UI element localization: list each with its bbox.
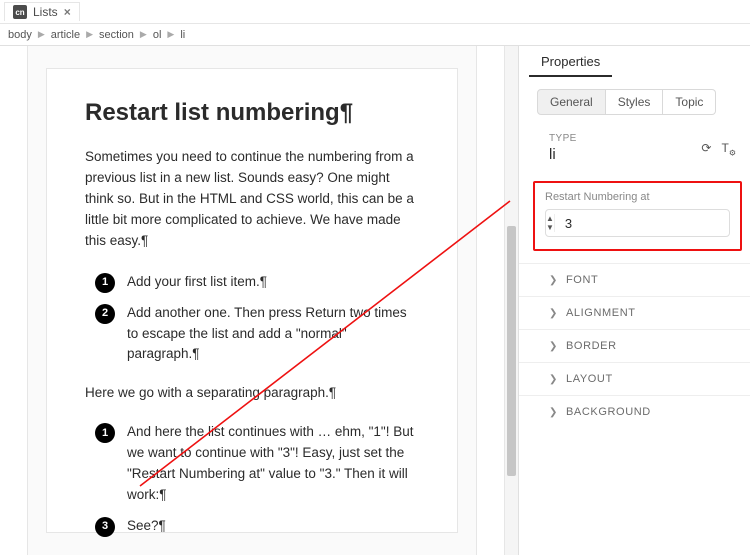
tab-topic[interactable]: Topic xyxy=(663,89,716,115)
scrollbar-thumb[interactable] xyxy=(507,226,516,476)
list-number-badge: 1 xyxy=(95,423,115,443)
list-item[interactable]: 3 See?¶ xyxy=(85,516,419,537)
file-tab-label: Lists xyxy=(33,5,58,19)
editor-scrollbar[interactable] xyxy=(504,46,518,555)
chevron-right-icon: ▶ xyxy=(140,29,147,40)
stepper-down-icon[interactable]: ▼ xyxy=(546,223,554,232)
list-item-text: And here the list continues with … ehm, … xyxy=(127,422,419,506)
list-item-text: See?¶ xyxy=(127,516,419,537)
tab-styles[interactable]: Styles xyxy=(606,89,664,115)
accordion-alignment[interactable]: ❯ ALIGNMENT xyxy=(519,296,750,329)
editor-pane: Restart list numbering¶ Sometimes you ne… xyxy=(0,46,518,555)
file-type-icon: cn xyxy=(13,5,27,19)
chevron-right-icon: ▶ xyxy=(167,29,174,40)
close-icon[interactable]: × xyxy=(64,5,71,19)
number-stepper[interactable]: ▲ ▼ xyxy=(546,214,555,232)
accordion-background[interactable]: ❯ BACKGROUND xyxy=(519,395,750,428)
restart-numbering-input[interactable]: ▲ ▼ xyxy=(545,209,730,237)
breadcrumb-item[interactable]: li xyxy=(180,29,185,41)
file-tabs-bar: cn Lists × xyxy=(0,0,750,24)
restart-numbering-section: Restart Numbering at ▲ ▼ xyxy=(533,181,742,251)
editor-gutter xyxy=(0,46,28,555)
chevron-right-icon: ❯ xyxy=(549,341,558,352)
file-tab[interactable]: cn Lists × xyxy=(4,2,80,21)
list-number-badge: 3 xyxy=(95,517,115,537)
list-item[interactable]: 2 Add another one. Then press Return two… xyxy=(85,303,419,366)
accordion-label: BACKGROUND xyxy=(566,406,651,418)
accordion-layout[interactable]: ❯ LAYOUT xyxy=(519,362,750,395)
accordion-label: LAYOUT xyxy=(566,373,613,385)
list-item-text: Add another one. Then press Return two t… xyxy=(127,303,419,366)
chevron-right-icon: ❯ xyxy=(549,407,558,418)
doc-paragraph[interactable]: Sometimes you need to continue the numbe… xyxy=(85,147,419,252)
refresh-icon[interactable]: ⟳ xyxy=(701,141,711,157)
type-section: TYPE li ⟳ T⚙ xyxy=(519,129,750,171)
editor-gutter xyxy=(476,46,504,555)
doc-heading[interactable]: Restart list numbering¶ xyxy=(85,99,419,127)
chevron-right-icon: ❯ xyxy=(549,308,558,319)
text-type-icon[interactable]: T⚙ xyxy=(721,141,736,157)
breadcrumb-item[interactable]: ol xyxy=(153,29,162,41)
list-item[interactable]: 1 And here the list continues with … ehm… xyxy=(85,422,419,506)
breadcrumb: body ▶ article ▶ section ▶ ol ▶ li xyxy=(0,24,750,46)
restart-numbering-field[interactable] xyxy=(555,216,730,231)
list-number-badge: 1 xyxy=(95,273,115,293)
list-item[interactable]: 1 Add your first list item.¶ xyxy=(85,272,419,293)
list-item-text: Add your first list item.¶ xyxy=(127,272,419,293)
list-number-badge: 2 xyxy=(95,304,115,324)
document-area[interactable]: Restart list numbering¶ Sometimes you ne… xyxy=(28,46,476,555)
accordion-border[interactable]: ❯ BORDER xyxy=(519,329,750,362)
breadcrumb-item[interactable]: article xyxy=(51,29,80,41)
properties-panel: Properties General Styles Topic TYPE li … xyxy=(518,46,750,555)
chevron-right-icon: ▶ xyxy=(86,29,93,40)
breadcrumb-item[interactable]: section xyxy=(99,29,134,41)
breadcrumb-item[interactable]: body xyxy=(8,29,32,41)
panel-title: Properties xyxy=(529,46,612,77)
chevron-right-icon: ▶ xyxy=(38,29,45,40)
restart-numbering-label: Restart Numbering at xyxy=(545,191,730,203)
chevron-right-icon: ❯ xyxy=(549,275,558,286)
accordion-label: FONT xyxy=(566,274,598,286)
chevron-right-icon: ❯ xyxy=(549,374,558,385)
accordion-label: BORDER xyxy=(566,340,617,352)
doc-paragraph[interactable]: Here we go with a separating paragraph.¶ xyxy=(85,383,419,404)
stepper-up-icon[interactable]: ▲ xyxy=(546,214,554,223)
panel-tab-bar: General Styles Topic xyxy=(519,77,750,129)
accordion-font[interactable]: ❯ FONT xyxy=(519,263,750,296)
accordion-label: ALIGNMENT xyxy=(566,307,636,319)
tab-general[interactable]: General xyxy=(537,89,606,115)
